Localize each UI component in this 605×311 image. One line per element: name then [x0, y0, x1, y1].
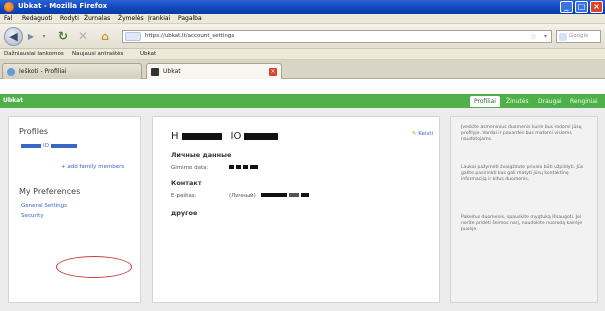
- redacted-first-name: [181, 133, 222, 140]
- email-type: (Личный): [229, 193, 256, 199]
- minimize-button[interactable]: _: [560, 1, 573, 13]
- redacted-first-name: [21, 144, 41, 148]
- annotation-circle: [56, 256, 132, 278]
- url-dropdown-icon[interactable]: ▾: [544, 33, 547, 40]
- profile-link[interactable]: IO: [21, 143, 77, 149]
- bookmark-ubkat[interactable]: Ubkat: [140, 51, 156, 57]
- tab-bar: Ieškoti - Profiliai Ubkat ×: [0, 60, 605, 79]
- personal-data-title: Личные данные: [171, 151, 232, 159]
- preferences-title: My Preferences: [19, 187, 81, 196]
- menu-file[interactable]: Fal: [4, 15, 12, 22]
- site-identity-icon[interactable]: [125, 32, 141, 41]
- email-value: [261, 193, 309, 197]
- address-url: https://ubkat.lt/account_settings: [145, 33, 235, 39]
- maximize-button[interactable]: □: [575, 1, 588, 13]
- nav-profiles[interactable]: Profiliai: [470, 96, 500, 107]
- birth-date-value: [229, 165, 258, 169]
- back-arrow-icon[interactable]: ◀: [4, 27, 23, 46]
- site-logo[interactable]: Ubkat: [3, 97, 23, 104]
- contacts-title: Контакт: [171, 179, 202, 187]
- profile-name: H IO: [171, 131, 279, 142]
- menu-view[interactable]: Rodyti: [60, 15, 79, 22]
- nav-messages[interactable]: Žinutės: [502, 96, 533, 107]
- help-paragraph-2: Laukai pažymėti žvaigždute privalo būti …: [461, 165, 584, 183]
- menu-help[interactable]: Pagalba: [178, 15, 202, 22]
- menu-history[interactable]: Žurnalas: [84, 15, 110, 22]
- security-link[interactable]: Security: [21, 213, 44, 219]
- close-tab-icon[interactable]: ×: [269, 68, 277, 76]
- firefox-icon: [4, 2, 14, 12]
- nav-friends[interactable]: Draugai: [534, 96, 566, 107]
- menu-tools[interactable]: Įrankiai: [148, 15, 170, 22]
- nav-events[interactable]: Renginiai: [566, 96, 602, 107]
- bookmark-star-icon[interactable]: ☆: [530, 32, 537, 41]
- window-title-bar: Ubkat - Mozilla Firefox _ □ ×: [0, 0, 605, 14]
- profiles-title: Profiles: [19, 127, 49, 136]
- page-top-gap: [0, 79, 605, 94]
- other-title: другое: [171, 209, 198, 217]
- birth-date-label: Gimimo data:: [171, 165, 209, 171]
- forward-arrow-icon[interactable]: ▶: [26, 31, 36, 41]
- history-dropdown-icon[interactable]: ▾: [40, 32, 48, 40]
- menu-edit[interactable]: Redaguoti: [22, 15, 52, 22]
- tab-label: Ieškoti - Profiliai: [19, 68, 67, 75]
- search-box[interactable]: Google: [556, 30, 601, 43]
- bookmark-most-visited[interactable]: Dažniausiai lankomos: [4, 51, 64, 57]
- tab-favicon-icon: [7, 68, 15, 76]
- search-engine-icon[interactable]: [559, 33, 567, 41]
- bookmark-latest-headlines[interactable]: Naujausi antraštės: [72, 51, 123, 57]
- menu-bar: Fal Redaguoti Rodyti Žurnalas Žymelės Įr…: [0, 14, 605, 24]
- site-header: Ubkat Profiliai Žinutės Draugai Renginia…: [0, 94, 605, 108]
- window-title: Ubkat - Mozilla Firefox: [18, 2, 108, 10]
- edit-profile-link[interactable]: ✎ Keisti: [412, 131, 433, 137]
- tab-profiles-search[interactable]: Ieškoti - Profiliai: [2, 63, 142, 79]
- email-label: E-paštas:: [171, 193, 197, 199]
- main-content: Profiles IO + add family members My Pref…: [0, 108, 605, 311]
- search-placeholder: Google: [569, 33, 589, 39]
- navigation-toolbar: ◀ ▶ ▾ ↻ ✕ ⌂ https://ubkat.lt/account_set…: [0, 24, 605, 49]
- redacted-last-name: [244, 133, 279, 140]
- profile-panel: H IO ✎ Keisti Личные данные Gimimo data:…: [152, 116, 440, 303]
- help-panel: Įveskite asmeninius duomenis kurie bus r…: [450, 116, 598, 303]
- general-settings-link[interactable]: General Settings: [21, 203, 67, 209]
- help-paragraph-3: Pakeitus duomenis, spauskite mygtuką Išs…: [461, 215, 583, 233]
- close-window-button[interactable]: ×: [590, 1, 603, 13]
- tab-ubkat[interactable]: Ubkat ×: [146, 63, 282, 79]
- reload-icon[interactable]: ↻: [56, 29, 70, 43]
- address-bar[interactable]: https://ubkat.lt/account_settings ☆ ▾: [122, 30, 552, 43]
- add-family-members-link[interactable]: + add family members: [61, 164, 124, 170]
- stop-icon[interactable]: ✕: [76, 29, 90, 43]
- help-paragraph-1: Įveskite asmeninius duomenis kurie bus r…: [461, 125, 582, 143]
- home-icon[interactable]: ⌂: [98, 29, 112, 43]
- bookmarks-toolbar: Dažniausiai lankomos Naujausi antraštės …: [0, 49, 605, 60]
- menu-bookmarks[interactable]: Žymelės: [118, 15, 144, 22]
- redacted-last-name: [50, 144, 77, 148]
- pencil-icon: ✎: [411, 131, 417, 137]
- tab-label: Ubkat: [163, 68, 181, 75]
- tab-favicon-icon: [151, 68, 159, 76]
